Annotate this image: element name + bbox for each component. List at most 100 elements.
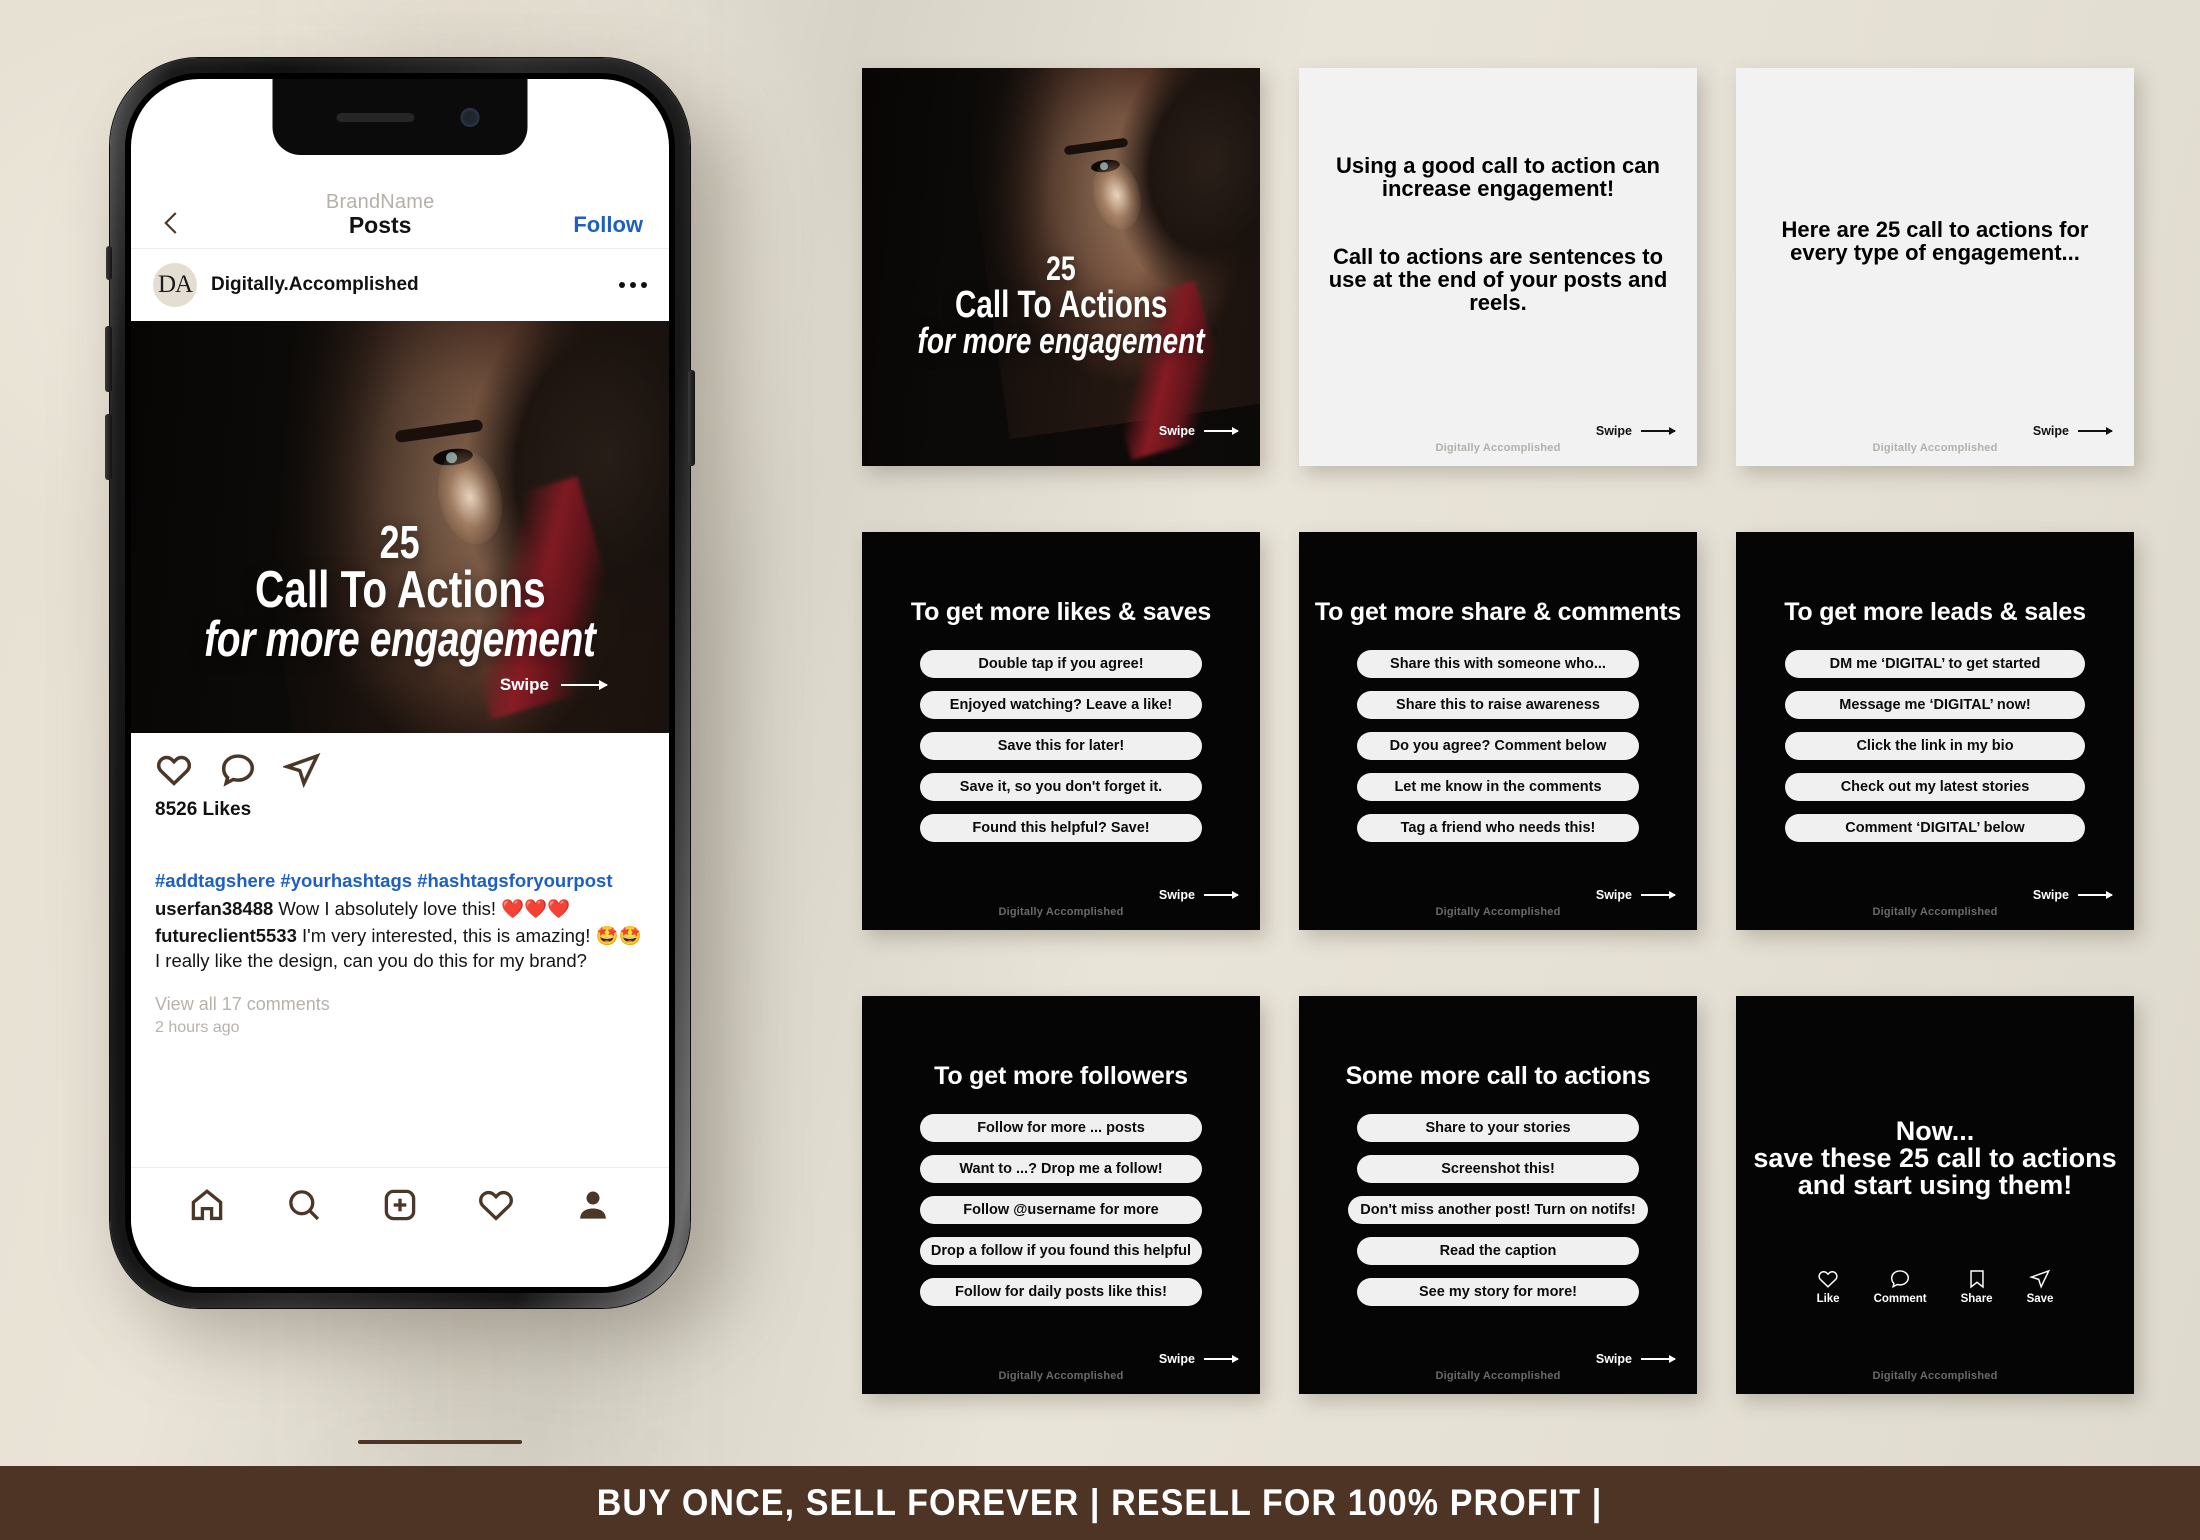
cta-pill: Found this helpful? Save! [920, 814, 1202, 842]
arrow-right-icon [561, 680, 608, 690]
cta-pill-list: Follow for more ... posts Want to ...? D… [862, 1114, 1260, 1319]
promo-banner: BUY ONCE, SELL FOREVER | RESELL FOR 100%… [0, 1466, 2200, 1540]
comment-action: Comment [1874, 1268, 1927, 1305]
back-chevron-icon[interactable] [157, 208, 187, 238]
slide-title: Some more call to actions [1345, 1062, 1651, 1090]
view-all-comments-link[interactable]: View all 17 comments [131, 975, 669, 1015]
slide-title: To get more likes & saves [910, 598, 1212, 626]
slide-some-more[interactable]: Some more call to actions Share to your … [1299, 996, 1697, 1394]
icon-label: Share [1960, 1293, 1993, 1305]
comment-username[interactable]: futureclient5533 [155, 925, 297, 946]
cta-pill: Share this with someone who... [1357, 650, 1639, 678]
promo-banner-text: BUY ONCE, SELL FOREVER | RESELL FOR 100%… [597, 1482, 1603, 1523]
page-title: Posts [348, 212, 412, 239]
cta-pill: Want to ...? Drop me a follow! [920, 1155, 1202, 1183]
post-author-row: DA Digitally.Accomplished [131, 249, 669, 321]
slide-title: To get more share & comments [1314, 598, 1682, 626]
phone-screen: BrandName Posts Follow DA Digitally.Acco… [131, 79, 669, 1287]
swipe-label: Swipe [1595, 888, 1632, 902]
swipe-label: Swipe [1595, 1352, 1632, 1366]
cover-line-1: 25 [380, 516, 420, 568]
comment-username[interactable]: userfan38488 [155, 898, 273, 919]
watermark: Digitally Accomplished [1435, 906, 1561, 918]
swipe-label: Swipe [1158, 424, 1195, 438]
final-line-3: and start using them! [1797, 1170, 2073, 1200]
screen-title-block: BrandName Posts [325, 190, 435, 239]
swipe-hint: Swipe [1595, 888, 1676, 902]
more-options-icon[interactable] [619, 282, 647, 288]
swipe-hint: Swipe [1595, 424, 1676, 438]
cta-pill: Follow @username for more [920, 1196, 1202, 1224]
swipe-label: Swipe [1595, 424, 1632, 438]
home-icon[interactable] [188, 1186, 226, 1224]
share-icon[interactable] [283, 751, 321, 789]
add-post-icon[interactable] [381, 1186, 419, 1224]
phone-volume-up-button [105, 326, 112, 392]
cta-pill: Enjoyed watching? Leave a like! [920, 691, 1202, 719]
profile-icon[interactable] [574, 1186, 612, 1224]
cta-pill: Drop a follow if you found this helpful [920, 1237, 1202, 1265]
comment-icon [1891, 1270, 1910, 1289]
like-action: Like [1817, 1268, 1840, 1305]
brand-name-label: BrandName [325, 190, 435, 213]
icon-label: Like [1816, 1293, 1840, 1305]
slide-title: To get more followers [934, 1062, 1188, 1090]
avatar[interactable]: DA [153, 263, 197, 307]
arrow-right-icon [1204, 1355, 1239, 1363]
final-line-2: save these 25 call to actions [1753, 1143, 2117, 1173]
paragraph-1: Here are 25 call to actions for every ty… [1781, 217, 2089, 266]
icon-label: Save [2026, 1293, 2054, 1305]
slide-share-comments[interactable]: To get more share & comments Share this … [1299, 532, 1697, 930]
cta-pill: Follow for more ... posts [920, 1114, 1202, 1142]
watermark: Digitally Accomplished [1872, 906, 1998, 918]
phone-bezel: BrandName Posts Follow DA Digitally.Acco… [125, 73, 675, 1293]
phone-mockup: BrandName Posts Follow DA Digitally.Acco… [105, 58, 730, 1338]
send-icon [2029, 1269, 2051, 1289]
cta-pill: See my story for more! [1357, 1278, 1639, 1306]
watermark: Digitally Accomplished [1872, 1370, 1998, 1382]
slide-here-are-25[interactable]: Here are 25 call to actions for every ty… [1736, 68, 2134, 466]
engagement-icon-row: Like Comment Share Save [1736, 1268, 2134, 1305]
slide-intro[interactable]: Using a good call to action can increase… [1299, 68, 1697, 466]
paragraph-1: Using a good call to action can increase… [1336, 153, 1660, 202]
arrow-right-icon [2078, 427, 2113, 435]
cta-pill: Follow for daily posts like this! [920, 1278, 1202, 1306]
cover-line-2: Call To Actions [254, 561, 546, 620]
slide-title: To get more leads & sales [1784, 598, 2086, 626]
slide-leads-sales[interactable]: To get more leads & sales DM me ‘DIGITAL… [1736, 532, 2134, 930]
watermark: Digitally Accomplished [1872, 442, 1998, 454]
cta-pill-list: Double tap if you agree! Enjoyed watchin… [862, 650, 1260, 855]
author-username[interactable]: Digitally.Accomplished [211, 274, 605, 296]
cta-pill: Don't miss another post! Turn on notifs! [1348, 1196, 1648, 1224]
phone-notch [272, 79, 528, 155]
swipe-hint: Swipe [1595, 1352, 1676, 1366]
slide-likes-saves[interactable]: To get more likes & saves Double tap if … [862, 532, 1260, 930]
activity-heart-icon[interactable] [477, 1186, 515, 1224]
earpiece-speaker [336, 113, 415, 122]
slide-cover[interactable]: 25 Call To Actions for more engagement S… [862, 68, 1260, 466]
slide-cover-text: 25 Call To Actions for more engagement [862, 252, 1260, 361]
comment-text: Wow I absolutely love this! ❤️❤️❤️ [278, 897, 571, 919]
swipe-hint: Swipe [1158, 424, 1239, 438]
post-image[interactable]: 25 Call To Actions for more engagement S… [131, 321, 669, 733]
slide-followers[interactable]: To get more followers Follow for more ..… [862, 996, 1260, 1394]
swipe-label: Swipe [2032, 424, 2069, 438]
watermark: Digitally Accomplished [998, 906, 1124, 918]
watermark: Digitally Accomplished [1435, 442, 1561, 454]
comment-icon[interactable] [219, 751, 257, 789]
heart-icon[interactable] [155, 751, 193, 789]
cta-pill: Share to your stories [1357, 1114, 1639, 1142]
slide-final[interactable]: Now... save these 25 call to actions and… [1736, 996, 2134, 1394]
follow-button[interactable]: Follow [573, 212, 643, 238]
phone-power-button [688, 370, 695, 466]
watermark: Digitally Accomplished [1435, 1370, 1561, 1382]
phone-mute-switch [106, 246, 112, 280]
search-icon[interactable] [285, 1186, 323, 1224]
save-action: Save [2026, 1268, 2054, 1305]
post-cover-text: 25 Call To Actions for more engagement [131, 516, 669, 664]
arrow-right-icon [1641, 891, 1676, 899]
cover-line-3: for more engagement [917, 319, 1205, 361]
cta-pill: Click the link in my bio [1785, 732, 2085, 760]
arrow-right-icon [1204, 891, 1239, 899]
hashtags[interactable]: #addtagshere #yourhashtags #hashtagsfory… [155, 869, 645, 894]
